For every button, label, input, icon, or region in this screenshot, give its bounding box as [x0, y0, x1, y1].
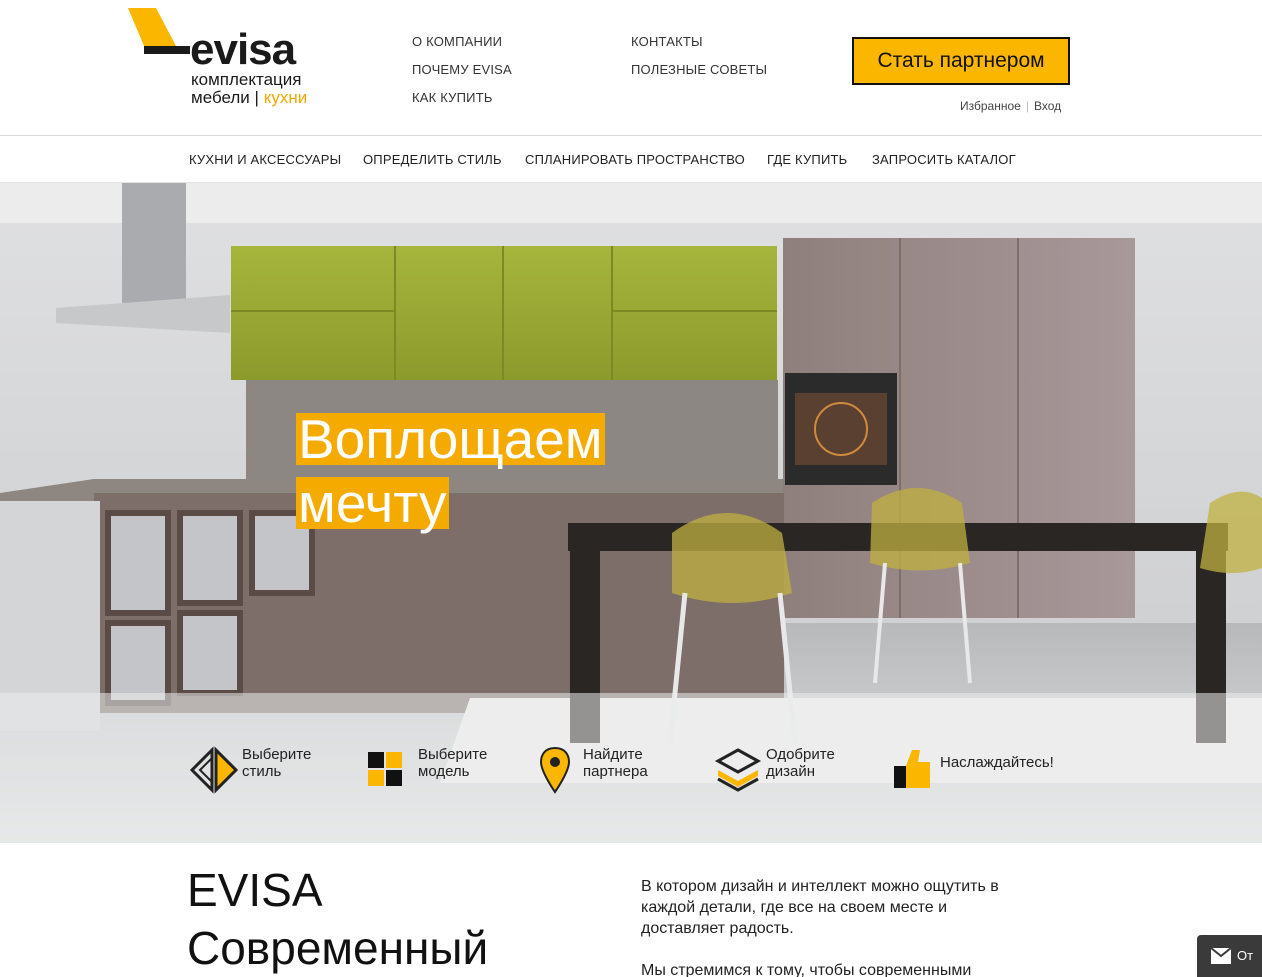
logo-tagline: комплектация мебели | кухни — [191, 71, 307, 107]
hero-headline-line2: мечту — [296, 472, 449, 534]
about-paragraph-2: Мы стремимся к тому, чтобы современными — [641, 962, 972, 977]
step-label: Наслаждайтесь! — [940, 754, 1054, 771]
step-approve-design[interactable]: Одобрите дизайн — [714, 746, 835, 794]
step-label: Одобрите дизайн — [766, 746, 835, 780]
main-nav-where-to-buy[interactable]: ГДЕ КУПИТЬ — [767, 152, 847, 167]
logo-tagline-separator: | — [254, 88, 259, 107]
step-label: Найдите партнера — [583, 746, 648, 780]
feedback-button[interactable]: От — [1197, 935, 1262, 977]
hero-banner: Воплощаем мечту Выберите стиль Выберите … — [0, 183, 1262, 843]
top-nav-column-2: КОНТАКТЫ ПОЛЕЗНЫЕ СОВЕТЫ — [631, 35, 767, 91]
top-nav-contacts[interactable]: КОНТАКТЫ — [631, 35, 767, 63]
account-separator: | — [1025, 99, 1029, 113]
style-icon — [190, 746, 238, 794]
model-icon — [368, 752, 402, 786]
feedback-label: От — [1237, 948, 1254, 964]
become-partner-button[interactable]: Стать партнером — [852, 37, 1070, 85]
thumbs-up-icon — [894, 750, 930, 788]
envelope-icon — [1210, 946, 1232, 964]
top-nav-how-to-buy[interactable]: КАК КУПИТЬ — [412, 91, 512, 119]
top-nav-why-evisa[interactable]: ПОЧЕМУ EVISA — [412, 63, 512, 91]
main-nav-kitchens[interactable]: КУХНИ И АКСЕССУАРЫ — [189, 152, 341, 167]
top-nav-column-1: О КОМПАНИИ ПОЧЕМУ EVISA КАК КУПИТЬ — [412, 35, 512, 119]
step-label: Выберите модель — [418, 746, 488, 780]
site-header: evisa комплектация мебели | кухни О КОМП… — [0, 0, 1262, 136]
step-label: Выберите стиль — [242, 746, 312, 780]
evisa-logo[interactable]: evisa комплектация мебели | кухни — [128, 8, 328, 118]
main-nav-define-style[interactable]: ОПРЕДЕЛИТЬ СТИЛЬ — [363, 152, 502, 167]
main-nav-plan-space[interactable]: СПЛАНИРОВАТЬ ПРОСТРАНСТВО — [525, 152, 745, 167]
step-choose-style[interactable]: Выберите стиль — [190, 746, 311, 794]
step-find-partner[interactable]: Найдите партнера — [531, 746, 648, 794]
top-nav-about[interactable]: О КОМПАНИИ — [412, 35, 512, 63]
main-nav: КУХНИ И АКСЕССУАРЫ ОПРЕДЕЛИТЬ СТИЛЬ СПЛА… — [0, 137, 1262, 183]
logo-mark-icon — [128, 8, 190, 54]
top-nav-useful-tips[interactable]: ПОЛЕЗНЫЕ СОВЕТЫ — [631, 63, 767, 91]
logo-wordmark: evisa — [190, 25, 296, 74]
logo-tagline-line1: комплектация — [191, 70, 302, 89]
layers-icon — [714, 748, 762, 792]
step-choose-model[interactable]: Выберите модель — [366, 746, 487, 794]
about-subtitle: Современный — [187, 922, 489, 974]
hero-headline: Воплощаем мечту — [296, 408, 605, 534]
logo-tagline-kitchens: кухни — [263, 88, 308, 107]
hero-headline-line1: Воплощаем — [296, 408, 605, 470]
about-paragraph-1: В котором дизайн и интеллект можно ощути… — [641, 878, 999, 937]
login-link[interactable]: Вход — [1034, 99, 1061, 113]
account-links: Избранное | Вход — [960, 99, 1061, 113]
logo-tagline-furniture: мебели — [191, 88, 250, 107]
step-enjoy[interactable]: Наслаждайтесь! — [888, 746, 1054, 794]
about-title: EVISA — [187, 864, 323, 916]
about-text: В котором дизайн и интеллект можно ощути… — [641, 876, 1021, 977]
favorites-link[interactable]: Избранное — [960, 99, 1021, 113]
about-section: EVISA Современный В котором дизайн и инт… — [0, 843, 1262, 977]
location-pin-icon — [539, 746, 571, 794]
main-nav-request-catalog[interactable]: ЗАПРОСИТЬ КАТАЛОГ — [872, 152, 1016, 167]
